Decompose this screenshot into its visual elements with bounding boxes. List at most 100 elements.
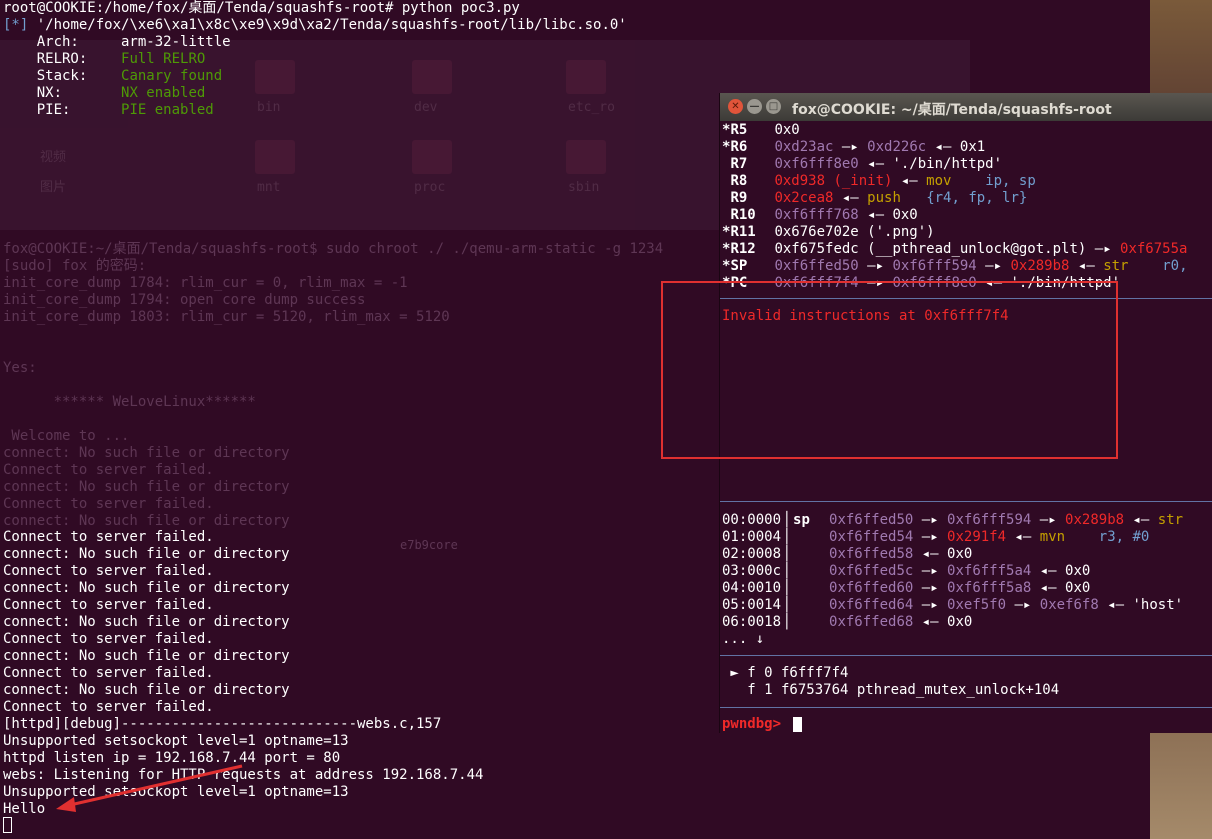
terminal-output-line: Connect to server failed. [3,631,214,647]
stack-row: 03:000c │ 0xf6ffed5c —▸ 0xf6fff5a4 ◂— 0x0 [722,563,1090,580]
value-token: 0xf6ffed50 [774,258,859,274]
terminal-output-line: Hello [3,801,46,817]
value-token: —▸ [976,258,1011,274]
terminal-output-line: connect: No such file or directory [3,614,290,630]
ghost-folder-icon [412,140,452,174]
terminal-output-line: Connect to server failed. [3,665,214,681]
ghost-folder-label: etc_ro [568,100,615,115]
window-titlebar[interactable]: ✕ — □ fox@COOKIE: ~/桌面/Tenda/squashfs-ro… [720,93,1212,121]
value-token: 0xd938 (_init) [774,173,893,189]
stack-divider: │ [782,512,792,528]
register-row: *SP 0xf6ffed50 —▸ 0xf6fff594 —▸ 0x289b8 ◂… [722,258,1188,275]
value-token: ◂— 0x0 [1031,580,1091,596]
value-token: 0xd226c [867,139,927,155]
value-token: —▸ [858,258,893,274]
value-token: 0xf6ffed64 [829,597,914,613]
value-token: mvn [1039,529,1066,545]
value-token: ◂— [833,190,868,206]
stack-offset: 02:0008 [722,546,782,562]
backtrace-frame: f 1 f6753764 pthread_mutex_unlock+104 [722,682,1060,698]
terminal-output-line: Unsupported setsockopt level=1 optname=1… [3,733,349,749]
register-changed-marker [722,207,730,223]
value-token: ◂— './bin/httpd' [858,156,1003,172]
terminal-output-line: connect: No such file or directory [3,682,290,698]
terminal-line: root@COOKIE:/home/fox/桌面/Tenda/squashfs-… [3,0,520,16]
stack-offset: 05:0014 [722,597,782,613]
value-token: {r4, fp, lr} [926,190,1028,206]
value-token: ◂— 'host' [1098,597,1184,613]
close-button[interactable]: ✕ [728,99,743,114]
register-row: *R12 0xf675fedc (__pthread_unlock@got.plt… [722,241,1187,258]
stack-more-indicator: ... ↓ [722,631,765,647]
ghost-folder-label: dev [414,100,438,115]
value-token: 0xf6ffed68 [829,614,914,630]
ghost-folder-icon [566,140,606,174]
register-row: R9 0x2cea8 ◂— push {r4, fp, lr} [722,190,1027,207]
terminal-output-line: [httpd][debug]--------------------------… [3,716,442,732]
terminal-line: NX: NX enabled [3,85,206,101]
value-token: 0x676e702e ('.png') [774,224,935,240]
value-token: 0xf675fedc (__pthread_unlock@got.plt) —▸ [774,241,1121,257]
register-row: *R5 0x0 [722,122,800,139]
value-token: 0xf6ffed58 [829,546,914,562]
stack-row: 04:0010 │ 0xf6ffed60 —▸ 0xf6fff5a8 ◂— 0x0 [722,580,1090,597]
value-token: 0xf6fff5a4 [947,563,1032,579]
value-token: —▸ [1006,597,1040,613]
value-token: 0x289b8 [1010,258,1070,274]
terminal-output-line: webs: Listening for HTTP requests at add… [3,767,484,783]
value-token: str [1103,258,1129,274]
ghost-terminal-line: connect: No such file or directory [3,479,290,495]
terminal-line: Arch: arm-32-little [3,34,231,50]
ghost-terminal-line: init_core_dump 1803: rlim_cur = 5120, rl… [3,309,450,325]
terminal-output-line: Connect to server failed. [3,597,214,613]
ghost-folder-label: bin [257,100,281,115]
value-token [1065,529,1099,545]
terminal-output-line: httpd listen ip = 192.168.7.44 port = 80 [3,750,341,766]
ghost-terminal-line: connect: No such file or directory [3,513,290,529]
ghost-folder-label: proc [414,180,446,195]
ghost-terminal-line: Yes: [3,360,37,376]
stack-divider: │ [782,597,792,613]
value-token: 0xf6ffed60 [829,580,914,596]
value-token: 0xef6f8 [1039,597,1099,613]
ghost-terminal-line: init_core_dump 1794: open core dump succ… [3,292,366,308]
ghost-terminal-line: init_core_dump 1784: rlim_cur = 0, rlim_… [3,275,408,291]
value-token: str [1157,512,1184,528]
ghost-folder-icon [412,60,452,94]
terminal-output-line: Connect to server failed. [3,563,214,579]
maximize-button[interactable]: □ [766,99,781,114]
terminal-output-line: connect: No such file or directory [3,580,290,596]
value-token: ◂— [1069,258,1104,274]
value-token [901,190,926,206]
ghost-folder-icon [255,140,295,174]
value-token: ◂— [1006,529,1040,545]
register-name: R10 [730,207,756,223]
ghost-folder-icon [255,60,295,94]
register-changed-marker: * [722,122,731,138]
pwndbg-prompt: pwndbg> [722,716,790,732]
ghost-terminal-line: Welcome to ... [3,428,130,444]
backtrace-frame: ► f 0 f6fff7f4 [722,665,849,681]
window-title: fox@COOKIE: ~/桌面/Tenda/squashfs-root [792,102,1112,118]
register-name: R12 [730,241,756,257]
register-changed-marker: * [722,241,731,257]
register-row: *R6 0xd23ac —▸ 0xd226c ◂— 0x1 [722,139,985,156]
stack-divider: │ [782,529,792,545]
minimize-button[interactable]: — [747,99,762,114]
ghost-terminal-line: Connect to server failed. [3,462,214,478]
register-name: R11 [730,224,756,240]
value-token: ◂— [1124,512,1158,528]
terminal-output-line: Connect to server failed. [3,529,214,545]
register-changed-marker: * [722,224,731,240]
value-token: ◂— 0x0 [913,614,973,630]
register-changed-marker: * [722,139,731,155]
terminal-line: PIE: PIE enabled [3,102,214,118]
value-token: ◂— [892,173,927,189]
terminal-output-line: Unsupported setsockopt level=1 optname=1… [3,784,349,800]
ghost-terminal-line: fox@COOKIE:~/桌面/Tenda/squashfs-root$ sud… [3,241,664,257]
prompt-cursor[interactable] [793,717,802,732]
register-name: SP [730,258,748,274]
stack-offset: 00:0000 [722,512,782,528]
section-separator [720,501,1212,502]
ghost-terminal-line: Connect to server failed. [3,496,214,512]
